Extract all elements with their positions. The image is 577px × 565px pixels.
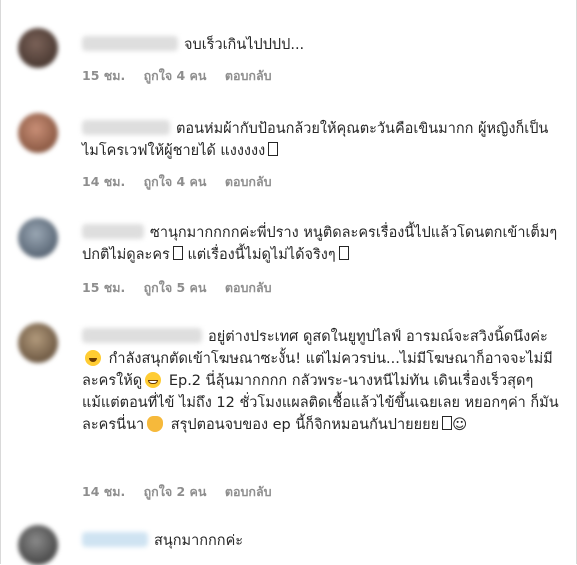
comment-time: 14 ชม.: [82, 484, 126, 499]
username-blurred[interactable]: [82, 328, 202, 343]
comment-text: จบเร็วเกินไปปปป...: [82, 34, 563, 56]
comment-text: ตอนห่มผ้ากับป้อนกล้วยให้คุณตะวันคือเขินม…: [82, 120, 549, 159]
reply-button[interactable]: ตอบกลับ: [225, 174, 272, 189]
likes-count[interactable]: ถูกใจ 4 คน: [144, 174, 207, 189]
avatar[interactable]: [18, 28, 58, 68]
grimacing-emoji-icon: [145, 372, 162, 388]
likes-count[interactable]: ถูกใจ 2 คน: [144, 484, 207, 499]
reply-button[interactable]: ตอบกลับ: [225, 68, 272, 83]
avatar[interactable]: [18, 113, 58, 153]
username-blurred[interactable]: [82, 224, 144, 239]
comment-meta: 14 ชม. ถูกใจ 2 คน ตอบกลับ: [82, 482, 286, 502]
missing-emoji-glyph: [172, 246, 183, 260]
comment-time: 14 ชม.: [82, 174, 126, 189]
username-blurred[interactable]: [82, 532, 148, 547]
laughing-emoji-icon: [85, 350, 101, 366]
avatar[interactable]: [18, 323, 58, 363]
comment-time: 15 ชม.: [82, 68, 126, 83]
username-blurred[interactable]: [82, 36, 178, 51]
username-blurred[interactable]: [82, 120, 170, 135]
comment-text: ซานุกมากกกกค่ะพี่ปราง หนูติดละครเรื่องนี…: [82, 224, 558, 263]
likes-count[interactable]: ถูกใจ 5 คน: [144, 280, 207, 295]
reply-button[interactable]: ตอบกลับ: [225, 484, 272, 499]
missing-emoji-glyph: [338, 246, 349, 260]
comment-meta: 15 ชม. ถูกใจ 4 คน ตอบกลับ: [82, 66, 286, 86]
missing-emoji-glyph: [268, 142, 279, 156]
missing-emoji-glyph: [442, 416, 453, 430]
reply-button[interactable]: ตอบกลับ: [225, 280, 272, 295]
clapping-hands-emoji-icon: [147, 416, 164, 432]
avatar[interactable]: [18, 218, 58, 258]
likes-count[interactable]: ถูกใจ 4 คน: [144, 68, 207, 83]
comment-text: สนุกมากกกค่ะ: [82, 530, 563, 552]
comment-time: 15 ชม.: [82, 280, 126, 295]
comment-meta: 15 ชม. ถูกใจ 5 คน ตอบกลับ: [82, 278, 286, 298]
avatar[interactable]: [18, 525, 58, 565]
comment-text: อยู่ต่างประเทศ ดูสดในยูทูปไลฟ์ อารมณ์จะส…: [82, 328, 559, 433]
comment-meta: 14 ชม. ถูกใจ 4 คน ตอบกลับ: [82, 172, 286, 192]
smile-glyph: ☺: [452, 417, 468, 433]
